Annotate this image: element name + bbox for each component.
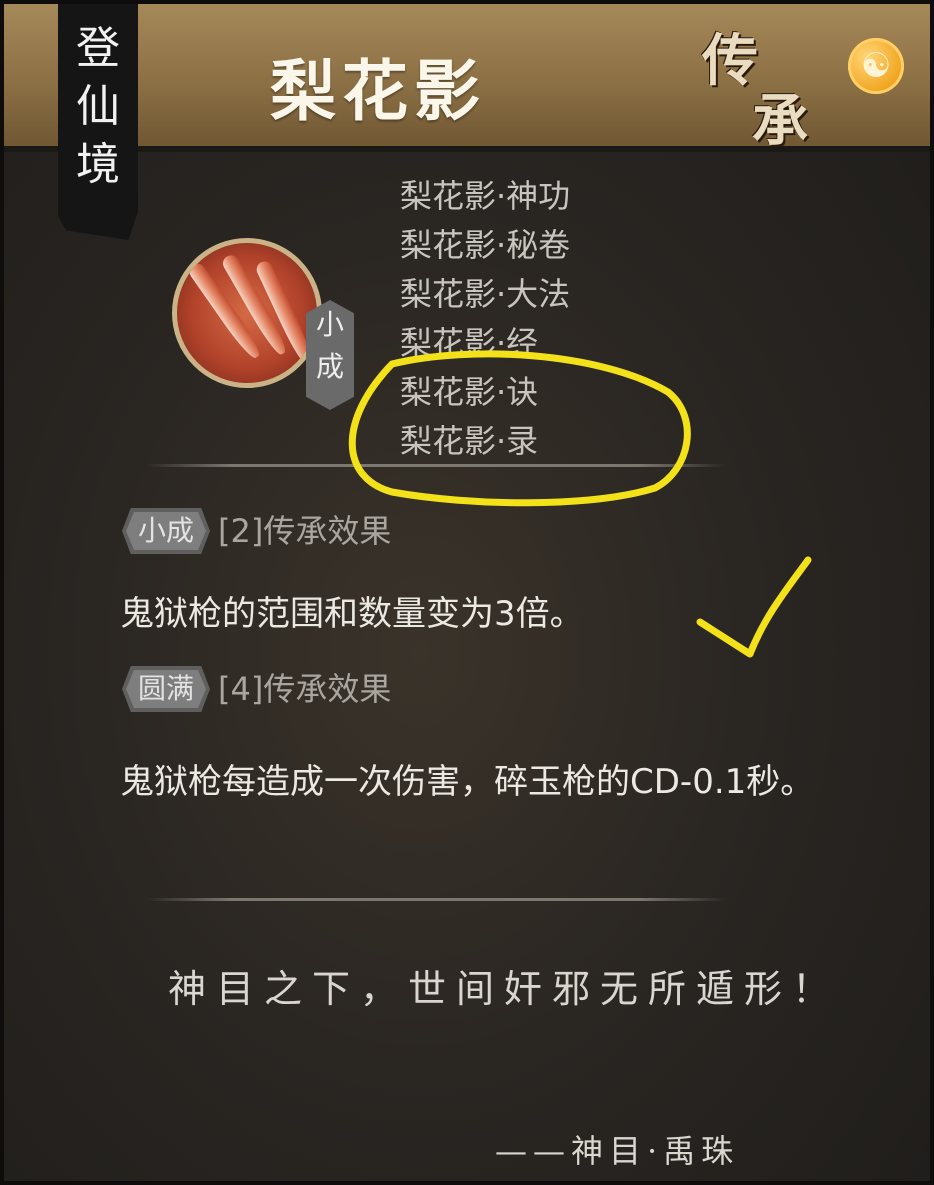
variant-item: 梨花影·神功 (400, 177, 571, 215)
skill-detail-card: 登 仙 境 梨花影 传 承 ☯ 小 成 梨花影·神功 梨花影·秘卷 梨花影·大法… (0, 0, 934, 1185)
variant-item: 梨花影·大法 (400, 275, 571, 313)
section-divider (146, 898, 726, 901)
effect-description-2: 鬼狱枪每造成一次伤害，碎玉枪的CD-0.1秒。 (120, 762, 815, 802)
effect-label: [4]传承效果 (218, 670, 392, 708)
variant-item: 梨花影·经 (400, 324, 539, 362)
inheritance-mark: 传 承 (700, 16, 830, 154)
flying-daggers-skill-icon[interactable] (172, 238, 322, 388)
effect-description-1: 鬼狱枪的范围和数量变为3倍。 (120, 594, 584, 634)
variant-item: 梨花影·秘卷 (400, 226, 571, 264)
variant-item: 梨花影·录 (400, 422, 539, 460)
realm-label: 登 仙 境 (76, 23, 120, 190)
variant-list: 梨花影·神功 梨花影·秘卷 梨花影·大法 梨花影·经 梨花影·诀 梨花影·录 (400, 172, 570, 466)
variant-item: 梨花影·诀 (400, 373, 539, 411)
yin-yang-icon[interactable]: ☯ (848, 38, 904, 94)
effect-tier-badge-text: 小成 (137, 514, 194, 547)
quote-source: ——神目·禹珠 (495, 1132, 740, 1170)
effect-tier-badge-text: 圆满 (137, 672, 194, 705)
skill-title: 梨花影 (270, 52, 486, 130)
effect-label: [2]传承效果 (218, 512, 392, 550)
inheritance-mark-char-1: 传 (702, 28, 758, 94)
yin-yang-glyph: ☯ (860, 46, 892, 86)
section-divider (146, 464, 726, 467)
inheritance-mark-char-2: 承 (752, 88, 808, 154)
flavor-quote: 神目之下，世间奸邪无所遁形！ (168, 967, 841, 1011)
tier-badge: 小 成 (315, 308, 344, 383)
